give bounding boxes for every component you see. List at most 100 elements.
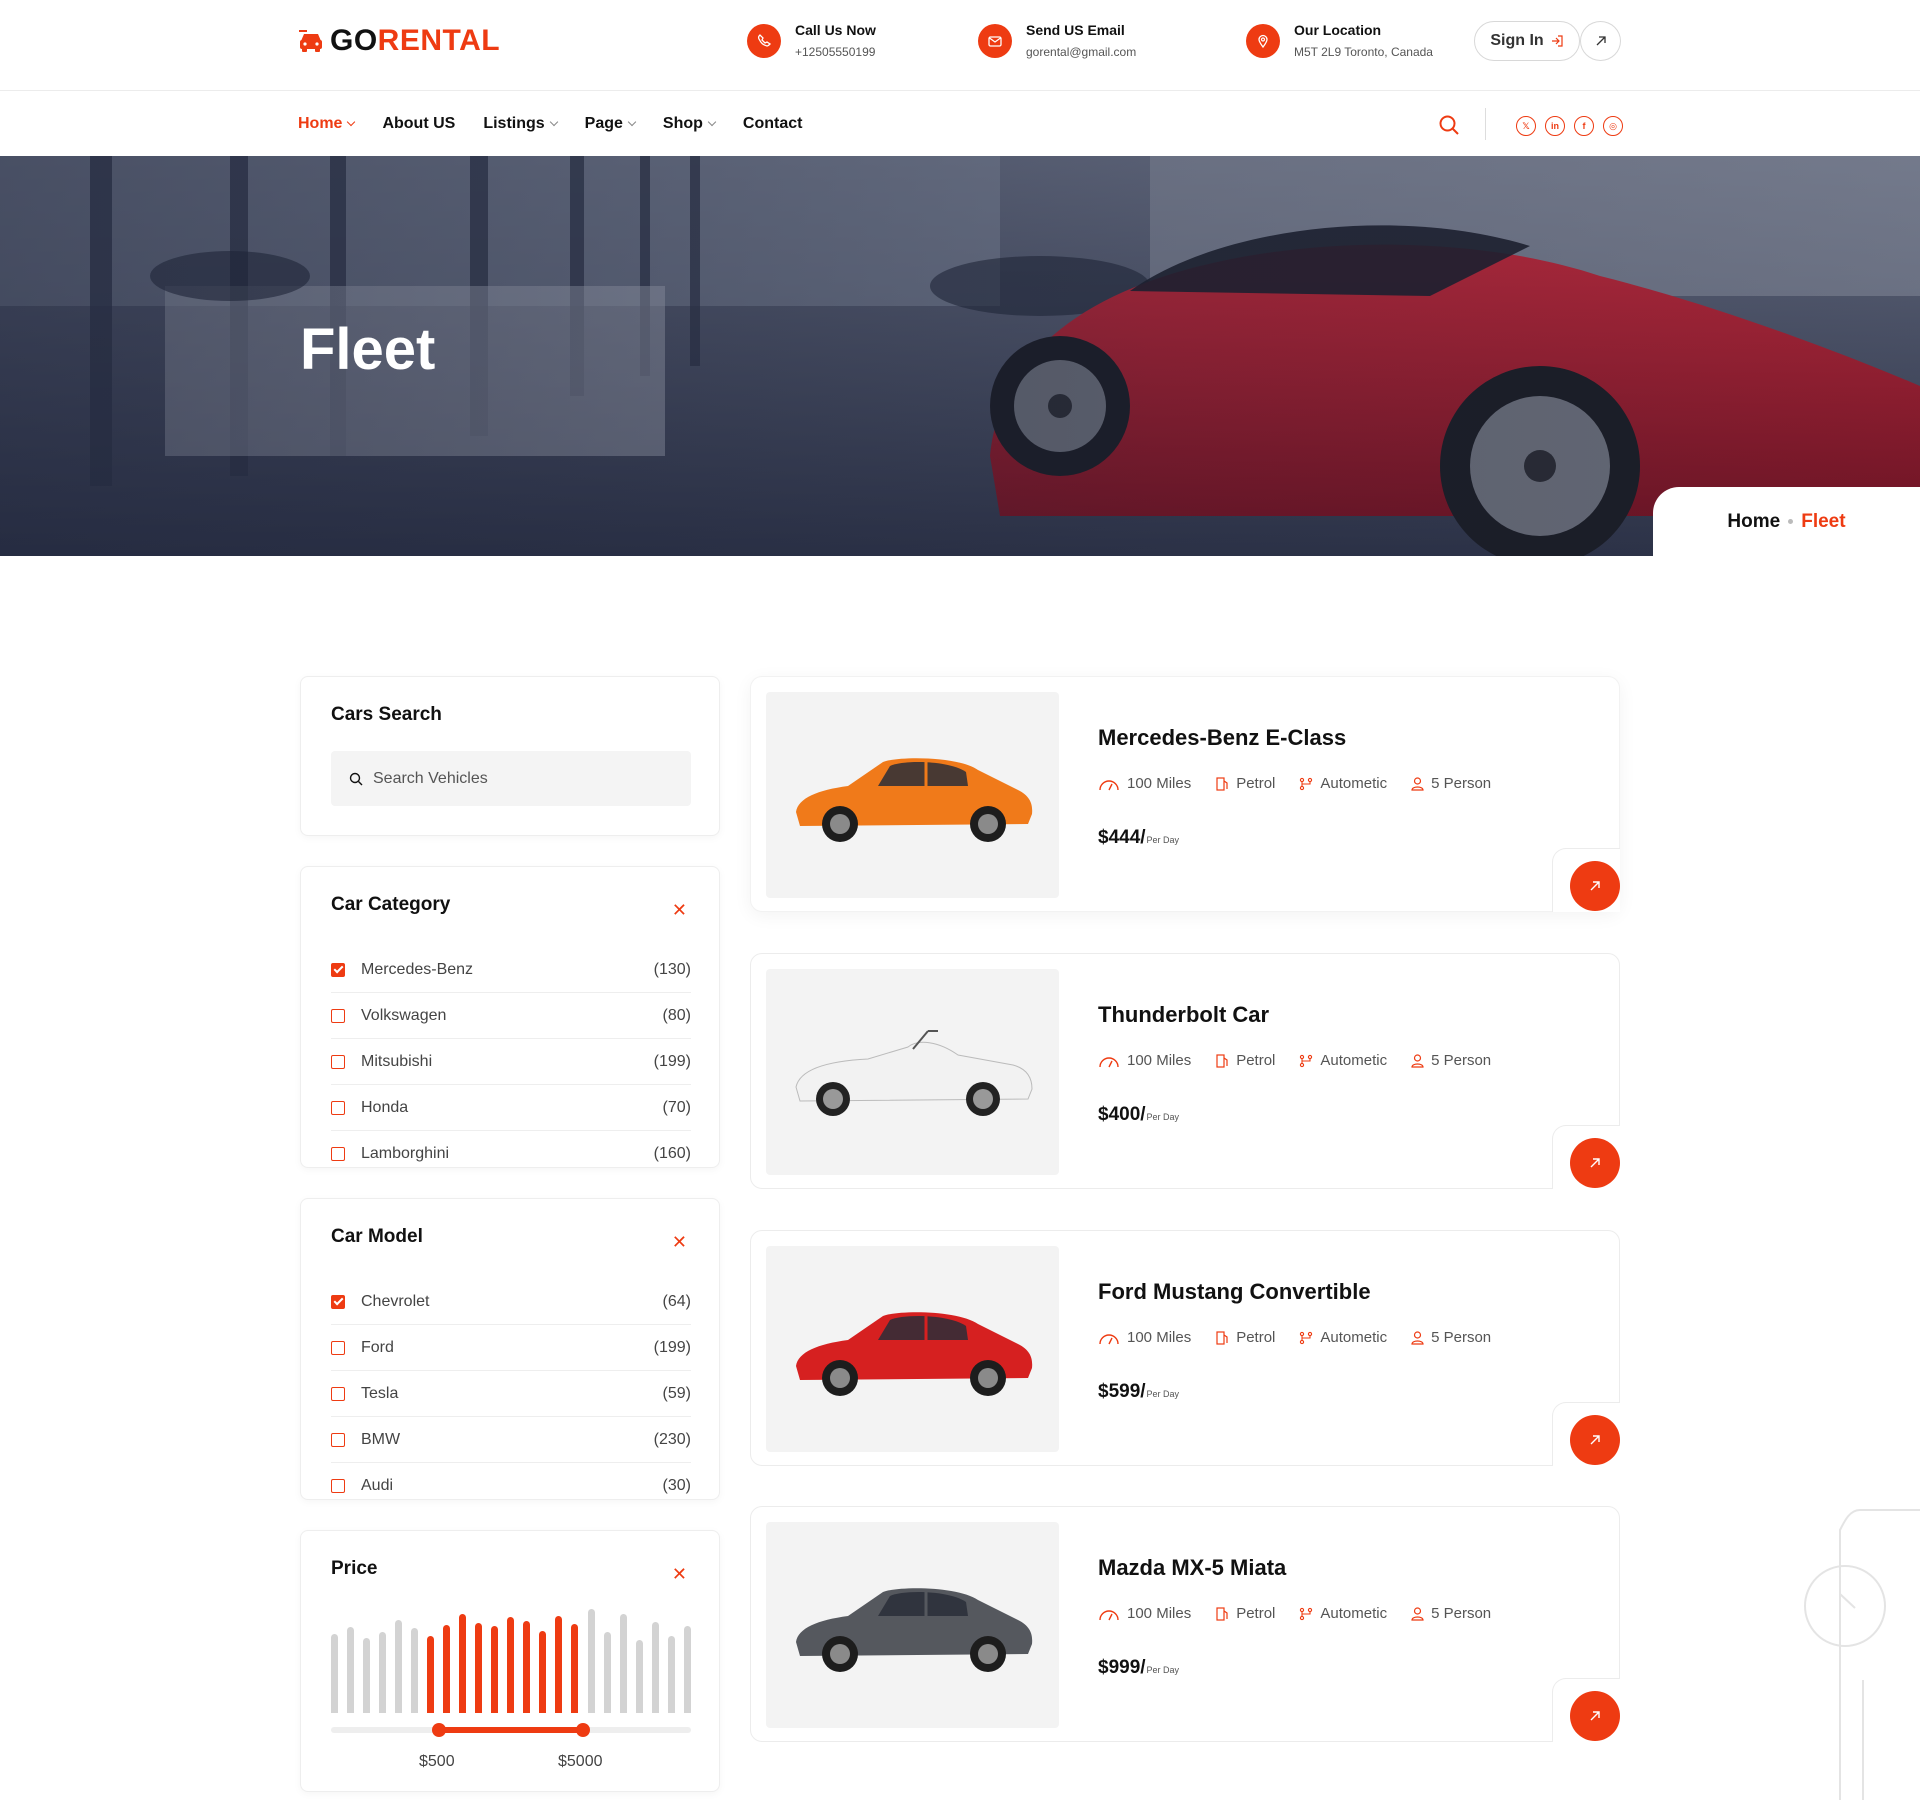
close-icon[interactable]: ✕	[672, 900, 687, 921]
filter-checkbox[interactable]	[331, 1386, 345, 1401]
filter-checkbox[interactable]	[331, 1008, 345, 1023]
car-details-button[interactable]	[1570, 861, 1620, 911]
car-card[interactable]: Ford Mustang Convertible 100 Miles Petrol A…	[750, 1230, 1620, 1466]
sign-in-button[interactable]: Sign In	[1474, 21, 1580, 61]
filter-count: (230)	[653, 1430, 691, 1448]
price-max-handle[interactable]	[576, 1723, 590, 1737]
person-icon	[1411, 1330, 1424, 1345]
car-card[interactable]: Mercedes-Benz E-Class 100 Miles Petrol Auto…	[750, 676, 1620, 912]
close-icon[interactable]: ✕	[672, 1564, 687, 1585]
location-address: M5T 2L9 Toronto, Canada	[1294, 45, 1433, 59]
filter-checkbox[interactable]	[331, 1294, 345, 1309]
facebook-icon[interactable]: f	[1574, 116, 1594, 136]
filter-row[interactable]: Chevrolet (64)	[331, 1279, 691, 1325]
price-min-handle[interactable]	[432, 1723, 446, 1737]
filter-row[interactable]: Lamborghini (160)	[331, 1131, 691, 1177]
filter-row-left: BMW	[331, 1431, 400, 1449]
car-feature-mileage: 100 Miles	[1098, 1052, 1191, 1069]
car-image[interactable]	[766, 1246, 1059, 1452]
header-arrow-button[interactable]	[1580, 21, 1621, 61]
filter-label: BMW	[361, 1430, 401, 1448]
car-fuel: Petrol	[1236, 775, 1276, 792]
close-icon[interactable]: ✕	[672, 1232, 687, 1253]
car-logo-icon	[299, 30, 322, 52]
filter-checkbox[interactable]	[331, 1147, 345, 1161]
car-image[interactable]	[766, 1522, 1059, 1728]
filter-row[interactable]: BMW (230)	[331, 1417, 691, 1463]
car-card[interactable]: Mazda MX-5 Miata 100 Miles Petrol Autometic…	[750, 1506, 1620, 1742]
car-features: 100 Miles Petrol Autometic 5 Person	[1098, 775, 1491, 792]
email-address: gorental@gmail.com	[1026, 45, 1137, 59]
sign-in-label: Sign In	[1490, 32, 1544, 49]
filter-row[interactable]: Mitsubishi (199)	[331, 1039, 691, 1085]
car-image[interactable]	[766, 692, 1059, 898]
filter-row-left: Lamborghini	[331, 1145, 449, 1163]
linkedin-icon[interactable]: in	[1545, 116, 1565, 136]
car-price: $599/Per Day	[1098, 1381, 1179, 1403]
price-histogram-bar	[491, 1626, 499, 1713]
car-features: 100 Miles Petrol Autometic 5 Person	[1098, 1329, 1491, 1346]
car-feature-mileage: 100 Miles	[1098, 1329, 1191, 1346]
filter-row[interactable]: Mercedes-Benz (130)	[331, 947, 691, 993]
nav-item-shop[interactable]: Shop	[663, 115, 717, 133]
car-mileage: 100 Miles	[1127, 1605, 1192, 1622]
car-fuel: Petrol	[1236, 1329, 1276, 1346]
call-us-number: +12505550199	[795, 45, 876, 59]
filter-checkbox[interactable]	[331, 1340, 345, 1355]
arrow-up-right-icon	[1590, 1158, 1600, 1168]
filter-row[interactable]: Volkswagen (80)	[331, 993, 691, 1039]
car-details-button[interactable]	[1570, 1138, 1620, 1188]
filter-count: (160)	[653, 1145, 691, 1162]
hero-overlay	[0, 156, 1920, 556]
arrow-up-right-icon	[1590, 881, 1600, 891]
nav-item-about-us[interactable]: About US	[382, 115, 455, 133]
filter-row[interactable]: Ford (199)	[331, 1325, 691, 1371]
gearbox-icon	[1300, 1331, 1313, 1344]
filter-checkbox[interactable]	[331, 962, 345, 977]
filter-checkbox[interactable]	[331, 1479, 345, 1493]
filter-row-left: Chevrolet	[331, 1293, 429, 1311]
cars-search-card: Cars Search Search Vehicles	[300, 676, 720, 836]
nav-item-home[interactable]: Home	[298, 115, 356, 133]
nav-item-listings[interactable]: Listings	[483, 115, 558, 133]
call-us-block[interactable]: Call Us Now +12505550199	[747, 22, 876, 59]
hero-banner: Fleet	[0, 156, 1920, 556]
breadcrumb-home[interactable]: Home	[1727, 511, 1780, 533]
price-histogram	[331, 1603, 691, 1713]
fuel-icon	[1216, 776, 1228, 791]
car-details-button[interactable]	[1570, 1415, 1620, 1465]
email-block[interactable]: Send US Email gorental@gmail.com	[978, 22, 1136, 59]
filter-row[interactable]: Audi (30)	[331, 1463, 691, 1509]
nav-item-page[interactable]: Page	[585, 115, 637, 133]
arrow-up-right-icon	[1590, 1435, 1600, 1445]
filter-count: (70)	[662, 1098, 691, 1116]
car-name[interactable]: Ford Mustang Convertible	[1098, 1279, 1371, 1305]
search-icon	[349, 772, 363, 785]
price-histogram-bar	[667, 1636, 675, 1713]
car-details-button[interactable]	[1570, 1691, 1620, 1741]
car-feature-seats: 5 Person	[1411, 1329, 1491, 1346]
category-list: Mercedes-Benz (130) Volkswagen (80) Mitsubis…	[331, 947, 691, 1177]
logo[interactable]: GORENTAL	[298, 24, 500, 58]
instagram-icon[interactable]: ◎	[1603, 116, 1623, 136]
nav-item-contact[interactable]: Contact	[743, 115, 803, 133]
filter-checkbox[interactable]	[331, 1432, 345, 1447]
x-icon[interactable]: 𝕏	[1516, 116, 1536, 136]
phone-icon	[747, 23, 781, 58]
filter-row[interactable]: Honda (70)	[331, 1085, 691, 1131]
car-mileage: 100 Miles	[1127, 1329, 1192, 1346]
car-name[interactable]: Mazda MX-5 Miata	[1098, 1555, 1286, 1581]
filter-label: Mitsubishi	[361, 1052, 433, 1070]
logo-text: GORENTAL	[330, 24, 501, 57]
car-name[interactable]: Thunderbolt Car	[1098, 1002, 1269, 1028]
car-name[interactable]: Mercedes-Benz E-Class	[1098, 725, 1346, 751]
price-range-slider[interactable]	[331, 1723, 691, 1737]
location-block[interactable]: Our Location M5T 2L9 Toronto, Canada	[1246, 22, 1433, 59]
filter-checkbox[interactable]	[331, 1054, 345, 1069]
filter-checkbox[interactable]	[331, 1100, 345, 1115]
car-card[interactable]: Thunderbolt Car 100 Miles Petrol Autometic 5…	[750, 953, 1620, 1189]
filter-row[interactable]: Tesla (59)	[331, 1371, 691, 1417]
search-vehicles-input[interactable]: Search Vehicles	[331, 751, 691, 806]
search-icon[interactable]	[1438, 114, 1460, 141]
car-image[interactable]	[766, 969, 1059, 1175]
